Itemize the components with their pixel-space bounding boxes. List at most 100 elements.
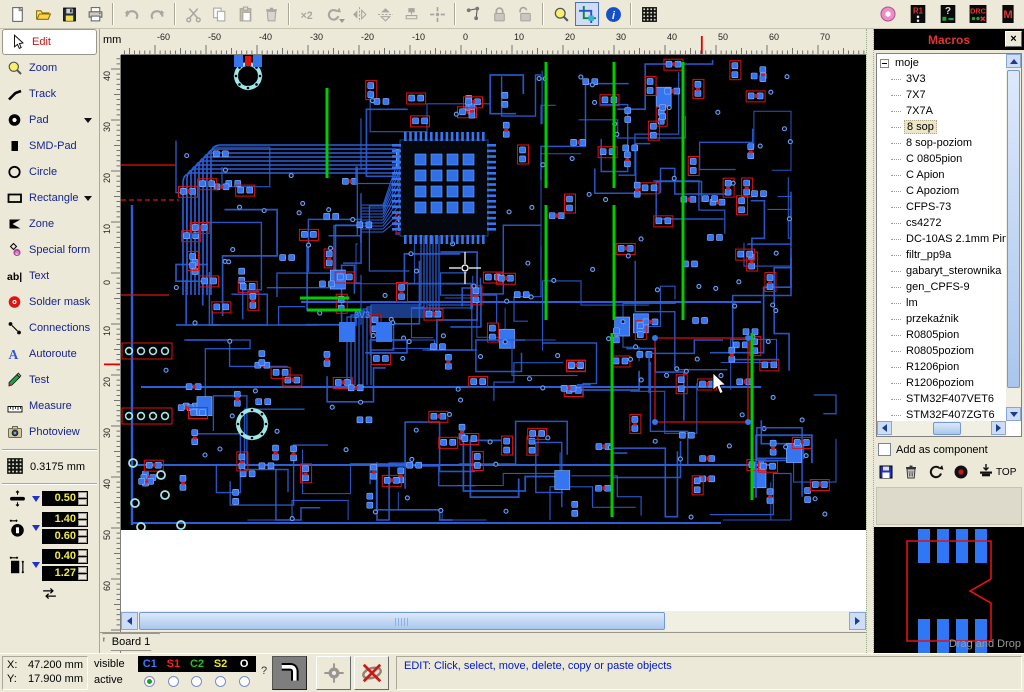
paste-button[interactable] xyxy=(233,2,257,26)
scroll-left-button[interactable] xyxy=(121,612,138,630)
tool-text[interactable]: ab|Text xyxy=(0,263,99,289)
active-layer-radio-C1[interactable] xyxy=(138,673,162,690)
tool-edit[interactable]: Edit xyxy=(2,29,97,55)
macro-item[interactable]: C 0805pion xyxy=(877,151,1006,167)
panel-splitter[interactable] xyxy=(866,29,874,653)
macro-item[interactable]: DC-10AS 2.1mm Pin xyxy=(877,231,1006,247)
active-layer-radio-C2[interactable] xyxy=(185,673,209,690)
macro-item[interactable]: STM32F407ZGT6 xyxy=(877,407,1006,421)
tool-zone[interactable]: Zone xyxy=(0,211,99,237)
mirror-vertical-button[interactable] xyxy=(373,2,397,26)
smd-height-spinner[interactable] xyxy=(78,567,87,580)
close-button[interactable]: × xyxy=(1005,31,1022,47)
track-width-spinner[interactable] xyxy=(78,492,87,505)
smd-height-field[interactable]: 1.27 xyxy=(42,566,88,581)
macro-item[interactable]: 8 sop xyxy=(877,119,1006,135)
info-button[interactable]: i xyxy=(601,2,625,26)
save-macro-button[interactable] xyxy=(878,464,894,480)
macro-preview[interactable]: Drag and Drop xyxy=(874,527,1024,653)
board-dimensions-button[interactable] xyxy=(575,2,599,26)
layer-label-S2[interactable]: S2 xyxy=(209,656,233,672)
grid-button[interactable] xyxy=(637,2,661,26)
snap-button[interactable] xyxy=(425,2,449,26)
pad-size-dropdown[interactable] xyxy=(32,525,40,531)
save-button[interactable] xyxy=(57,2,81,26)
duplicate-button[interactable]: ×2 xyxy=(295,2,319,26)
delete-button[interactable] xyxy=(259,2,283,26)
pad-outer-spinner[interactable] xyxy=(78,513,87,526)
tool-smd-pad[interactable]: SMD-Pad xyxy=(0,133,99,159)
visible-layers[interactable]: C1S1C2S2O xyxy=(138,656,256,672)
copy-button[interactable] xyxy=(207,2,231,26)
macro-item[interactable]: CFPS-73 xyxy=(877,199,1006,215)
macro-item[interactable]: R0805poziom xyxy=(877,343,1006,359)
scroll-thumb[interactable] xyxy=(1007,70,1020,388)
top-side-button[interactable]: TOP xyxy=(978,463,1016,482)
layer-label-S1[interactable]: S1 xyxy=(162,656,186,672)
macro-item[interactable]: 3V3 xyxy=(877,71,1006,87)
tool-zoom[interactable]: Zoom xyxy=(0,55,99,81)
macro-item[interactable]: R1206poziom xyxy=(877,375,1006,391)
collapse-icon[interactable] xyxy=(880,59,889,68)
macro-item[interactable]: cs4272 xyxy=(877,215,1006,231)
board-canvas[interactable]: 3V3 xyxy=(121,55,866,611)
macro-item[interactable]: C Apoziom xyxy=(877,183,1006,199)
track-width-dropdown[interactable] xyxy=(32,496,40,502)
macros-toggle-button[interactable]: M xyxy=(996,2,1020,26)
layer-label-C1[interactable]: C1 xyxy=(138,656,162,672)
macro-item[interactable]: gen_CPFS-9 xyxy=(877,279,1006,295)
new-button[interactable] xyxy=(5,2,29,26)
drc-button[interactable]: DRC xyxy=(966,2,990,26)
macro-item[interactable]: przekaźnik xyxy=(877,311,1006,327)
mirror-horizontal-button[interactable] xyxy=(347,2,371,26)
scroll-thumb[interactable] xyxy=(933,422,961,435)
layer-help[interactable]: ? xyxy=(261,665,267,677)
rotate-button[interactable] xyxy=(321,2,345,26)
macro-item[interactable]: STM32F407VET6 xyxy=(877,391,1006,407)
scroll-right-button[interactable] xyxy=(849,612,866,630)
macro-item[interactable]: R0805pion xyxy=(877,327,1006,343)
scroll-up-button[interactable] xyxy=(1006,54,1021,68)
macro-item[interactable]: 7X7 xyxy=(877,87,1006,103)
scroll-right-button[interactable] xyxy=(991,421,1006,435)
layer-label-O[interactable]: O xyxy=(232,656,256,672)
macro-item[interactable]: filtr_pp9a xyxy=(877,247,1006,263)
pad-drill-field[interactable]: 0.60 xyxy=(42,529,88,544)
scroll-thumb[interactable] xyxy=(139,612,665,630)
delete-macro-button[interactable] xyxy=(903,464,919,480)
tool-measure[interactable]: Measure xyxy=(0,393,99,419)
macro-item[interactable]: gabaryt_sterownika xyxy=(877,263,1006,279)
active-layer-radio-S1[interactable] xyxy=(162,673,186,690)
tool-test[interactable]: Test xyxy=(0,367,99,393)
track-width-field[interactable]: 0.50 xyxy=(42,491,88,506)
origin-button[interactable] xyxy=(316,656,351,690)
tool-solder-mask[interactable]: Solder mask xyxy=(0,289,99,315)
macro-item[interactable]: R1206pion xyxy=(877,359,1006,375)
swap-values-icon[interactable] xyxy=(41,585,58,605)
macro-vertical-scrollbar[interactable] xyxy=(1006,54,1021,421)
smd-size-dropdown[interactable] xyxy=(32,562,40,568)
tool-autoroute[interactable]: AAutoroute xyxy=(0,341,99,367)
tool-special-form[interactable]: eSpecial form xyxy=(0,237,99,263)
open-button[interactable] xyxy=(31,2,55,26)
macro-root[interactable]: moje xyxy=(877,55,1006,71)
unlock-button[interactable] xyxy=(513,2,537,26)
tool-track[interactable]: Track xyxy=(0,81,99,107)
record-macro-button[interactable] xyxy=(953,464,969,480)
add-as-component-checkbox[interactable] xyxy=(878,443,891,456)
hide-connections-button[interactable] xyxy=(354,656,389,690)
layer-label-C2[interactable]: C2 xyxy=(185,656,209,672)
macro-item[interactable]: lm xyxy=(877,295,1006,311)
footprint-r1-button[interactable]: R1 xyxy=(906,2,930,26)
print-button[interactable] xyxy=(83,2,107,26)
board-tab[interactable]: Board 1 xyxy=(102,633,160,651)
connections-button[interactable] xyxy=(461,2,485,26)
macro-item[interactable]: 7X7A xyxy=(877,103,1006,119)
track-bend-mode-button[interactable] xyxy=(272,656,307,690)
scroll-down-button[interactable] xyxy=(1006,407,1021,421)
solder-ring-button[interactable] xyxy=(876,2,900,26)
redo-button[interactable] xyxy=(145,2,169,26)
pad-outer-field[interactable]: 1.40 xyxy=(42,512,88,527)
component-help-button[interactable]: ? xyxy=(936,2,960,26)
grid-setting[interactable]: 0.3175 mm xyxy=(0,455,99,479)
